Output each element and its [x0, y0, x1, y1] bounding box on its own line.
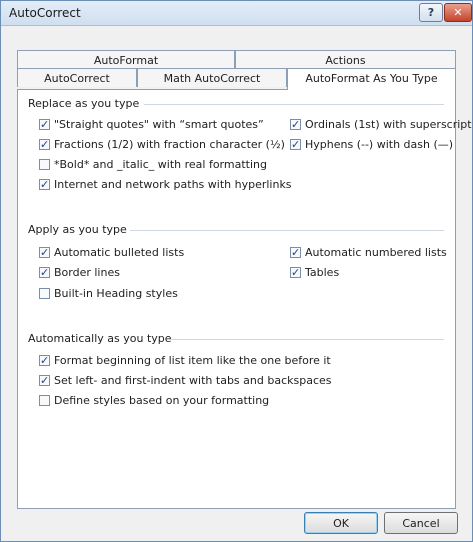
option-label: Internet and network paths with hyperlin…	[54, 178, 292, 191]
checkbox[interactable]	[290, 245, 301, 261]
section-divider	[130, 230, 444, 231]
option-label: Border lines	[54, 266, 120, 279]
checkbox[interactable]	[290, 117, 301, 133]
ok-label: OK	[333, 517, 349, 530]
tab-autoformat[interactable]: AutoFormat	[17, 50, 235, 69]
cancel-button[interactable]: Cancel	[384, 512, 458, 534]
close-icon: ✕	[453, 6, 463, 19]
tab-label: Actions	[325, 54, 366, 67]
checkbox[interactable]	[39, 159, 50, 170]
option-label: Format beginning of list item like the o…	[54, 354, 331, 367]
ok-button[interactable]: OK	[304, 512, 378, 534]
tab-label: AutoCorrect	[44, 72, 110, 85]
checkbox[interactable]	[39, 265, 50, 281]
title-bar: AutoCorrect ? ✕	[1, 1, 472, 26]
checkbox[interactable]	[39, 373, 50, 389]
section-title-apply: Apply as you type	[28, 223, 127, 236]
section-title-auto: Automatically as you type	[28, 332, 172, 345]
option-label: Hyphens (--) with dash (—)	[305, 138, 454, 151]
tab-actions[interactable]: Actions	[235, 50, 456, 69]
checkbox[interactable]	[290, 137, 301, 153]
window-title: AutoCorrect	[9, 6, 81, 20]
option-label: "Straight quotes" with “smart quotes”	[54, 118, 264, 131]
tab-autoformat-as-you-type[interactable]: AutoFormat As You Type	[287, 68, 456, 90]
option-label: Automatic numbered lists	[305, 246, 447, 259]
help-button[interactable]: ?	[419, 3, 443, 22]
help-icon: ?	[427, 6, 435, 19]
option-label: Set left- and first-indent with tabs and…	[54, 374, 332, 387]
cancel-label: Cancel	[402, 517, 440, 530]
checkbox[interactable]	[39, 288, 50, 299]
tab-label: Math AutoCorrect	[163, 72, 261, 85]
option-label: Ordinals (1st) with superscript	[305, 118, 472, 131]
option-label: Define styles based on your formatting	[54, 394, 270, 407]
checkbox[interactable]	[39, 137, 50, 153]
section-divider	[144, 104, 444, 105]
tab-panel: Replace as you type "Straight quotes" wi…	[17, 89, 472, 509]
option-label: Built-in Heading styles	[54, 287, 178, 300]
option-label: Tables	[305, 266, 340, 279]
tab-autocorrect[interactable]: AutoCorrect	[17, 68, 137, 87]
checkbox[interactable]	[39, 117, 50, 133]
option-label: Fractions (1/2) with fraction character …	[54, 138, 285, 151]
option-label: *Bold* and _italic_ with real formatting	[54, 158, 267, 171]
checkbox[interactable]	[39, 245, 50, 261]
tab-label: AutoFormat	[93, 54, 159, 67]
tab-math-autocorrect[interactable]: Math AutoCorrect	[137, 68, 287, 87]
autocorrect-dialog: AutoCorrect ? ✕ AutoFormat Actions AutoC…	[0, 0, 473, 542]
section-divider	[170, 339, 444, 340]
checkbox[interactable]	[39, 395, 50, 406]
tab-label: AutoFormat As You Type	[305, 72, 438, 85]
checkbox[interactable]	[39, 177, 50, 193]
section-title-replace: Replace as you type	[28, 97, 140, 110]
option-label: Automatic bulleted lists	[54, 246, 185, 259]
checkbox[interactable]	[290, 265, 301, 281]
close-button[interactable]: ✕	[444, 3, 472, 22]
checkbox[interactable]	[39, 353, 50, 369]
